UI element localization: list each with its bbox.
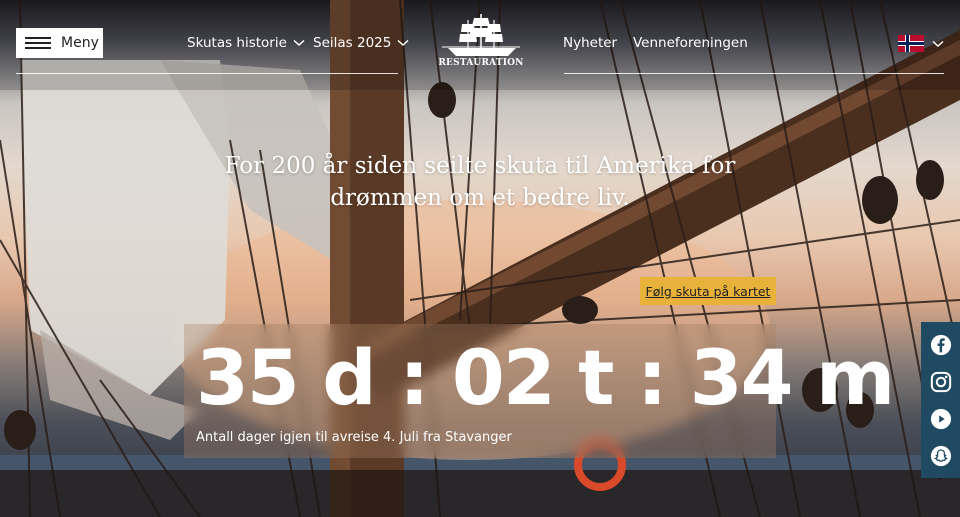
youtube-icon[interactable] (930, 408, 952, 430)
instagram-icon[interactable] (930, 371, 952, 393)
norway-flag-icon (898, 35, 924, 52)
nav-item-label: Nyheter (563, 35, 618, 51)
hamburger-icon (25, 37, 51, 49)
nav-item-nyheter[interactable]: Nyheter (563, 35, 617, 51)
restauration-logo[interactable]: RESTAURATION (438, 12, 524, 72)
header-divider-right (564, 73, 944, 74)
nav-item-seilas-2025[interactable]: Seilas 2025 (313, 35, 409, 51)
hero-tagline: For 200 år siden seilte skuta til Amerik… (224, 153, 736, 211)
chevron-down-icon (397, 39, 409, 47)
logo-text: RESTAURATION (438, 58, 524, 68)
countdown-caption: Antall dager igjen til avreise 4. Juli f… (196, 430, 512, 445)
header-divider-left (16, 73, 398, 74)
language-selector[interactable] (898, 35, 944, 52)
countdown-panel: 35 d : 02 t : 34 m Antall dager igjen ti… (184, 324, 895, 458)
menu-label: Meny (61, 35, 99, 51)
nav-item-label: Venneforeningen (633, 35, 748, 51)
menu-button[interactable]: Meny (16, 28, 103, 58)
nav-item-venneforeningen[interactable]: Venneforeningen (633, 35, 748, 51)
nav-item-label: Seilas 2025 (313, 35, 392, 51)
facebook-icon[interactable] (930, 334, 952, 356)
countdown-timer: 35 d : 02 t : 34 m (196, 333, 895, 422)
ship-logo-icon (442, 14, 520, 56)
snapchat-icon[interactable] (930, 445, 952, 467)
chevron-down-icon (293, 39, 305, 47)
follow-ship-map-button[interactable]: Følg skuta på kartet (640, 277, 776, 305)
social-sidebar (921, 322, 960, 478)
nav-item-skutas-historie[interactable]: Skutas historie (187, 35, 305, 51)
chevron-down-icon (932, 40, 944, 47)
nav-item-label: Skutas historie (187, 35, 287, 51)
